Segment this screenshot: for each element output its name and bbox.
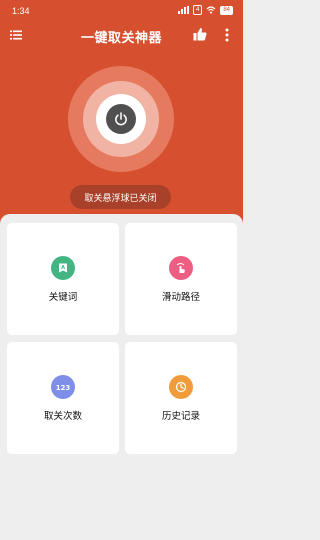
card-label: 历史记录 xyxy=(161,411,200,422)
status-bar: 1:34 4 84 xyxy=(0,0,243,22)
power-icon xyxy=(115,112,127,126)
card-swipe-path[interactable]: 滑动路径 xyxy=(125,223,237,335)
signal-icon xyxy=(177,6,189,14)
svg-text:123: 123 xyxy=(56,384,70,392)
keyword-icon: A xyxy=(51,256,75,280)
card-label: 取关次数 xyxy=(43,411,82,422)
status-icons: 4 84 xyxy=(177,5,233,15)
wifi-icon xyxy=(206,6,216,14)
card-label: 滑动路径 xyxy=(161,292,200,303)
card-label: 关键词 xyxy=(48,292,78,303)
battery-indicator: 84 xyxy=(220,5,233,15)
power-toggle-button[interactable] xyxy=(106,104,136,134)
network-badge: 4 xyxy=(192,5,203,15)
card-history[interactable]: 历史记录 xyxy=(125,342,237,454)
status-time: 1:34 xyxy=(12,6,30,16)
card-keyword[interactable]: A 关键词 xyxy=(7,223,119,335)
thumbs-up-icon[interactable] xyxy=(193,27,207,41)
more-options-icon[interactable] xyxy=(223,27,231,43)
counter-icon: 123 xyxy=(51,375,75,399)
toolbar: 一键取关神器 xyxy=(0,22,243,48)
history-icon xyxy=(169,375,193,399)
swipe-icon xyxy=(169,256,193,280)
float-ball-status: 取关悬浮球已关闭 xyxy=(70,185,171,209)
svg-text:A: A xyxy=(61,265,65,271)
card-unfollow-count[interactable]: 123 取关次数 xyxy=(7,342,119,454)
